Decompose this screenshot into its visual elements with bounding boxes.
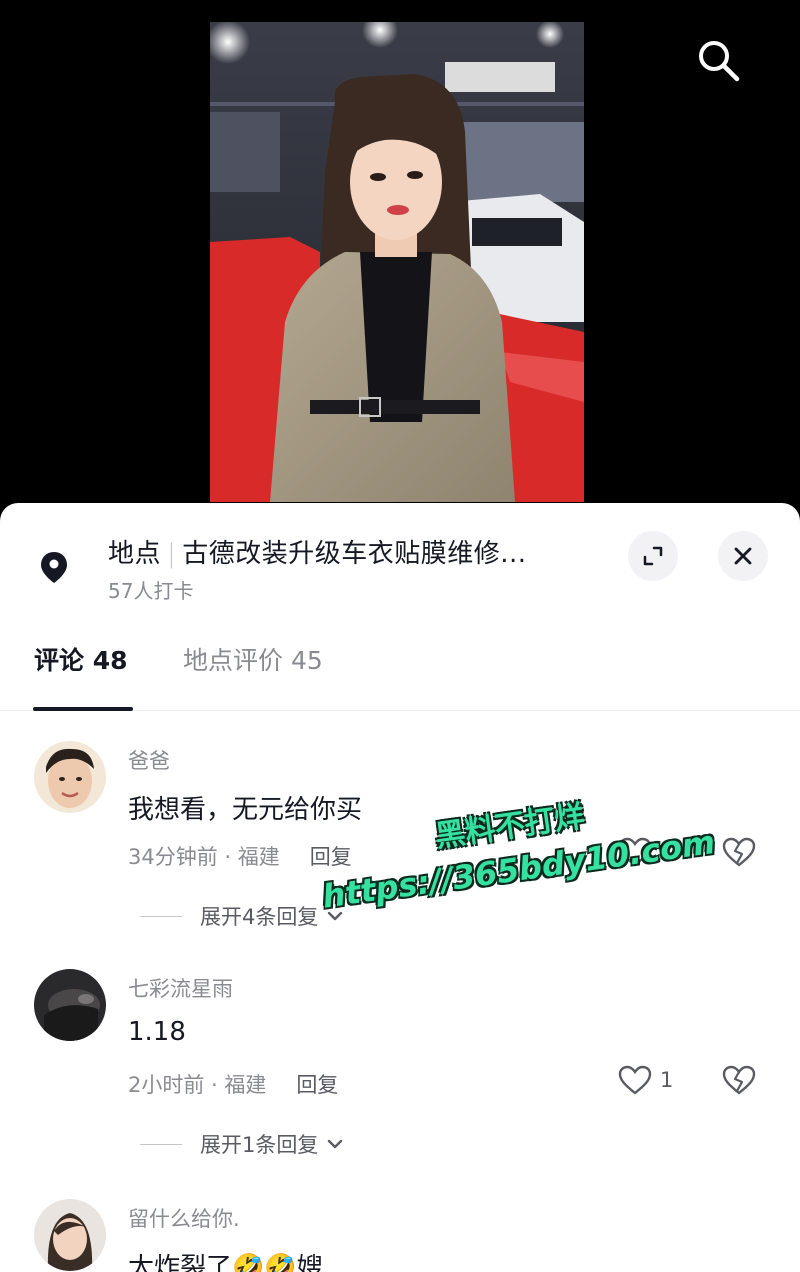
chevron-down-icon [328, 1139, 343, 1149]
expand-icon [643, 546, 663, 566]
reply-button[interactable]: 回复 [296, 1073, 338, 1097]
location-label: 地点 [108, 539, 162, 569]
comment-username[interactable]: 七彩流星雨 [128, 973, 233, 1003]
comment-username[interactable]: 爸爸 [128, 745, 170, 775]
expand-replies-label: 展开4条回复 [200, 905, 319, 929]
heart-icon [618, 837, 652, 867]
avatar[interactable] [34, 741, 106, 813]
video-frame[interactable] [210, 22, 584, 502]
tab-bar: 评论 48 地点评价 45 [0, 631, 800, 711]
search-icon [699, 41, 740, 82]
comment-username[interactable]: 留什么给你. [128, 1203, 240, 1233]
divider-line [140, 1143, 182, 1145]
expand-replies-label: 展开1条回复 [200, 1133, 319, 1157]
comment-time-location: 34分钟前 · 福建 [128, 845, 280, 869]
comment-text: 1.18 [128, 1017, 186, 1047]
checkin-count: 57人打卡 [108, 579, 194, 603]
close-icon [734, 547, 752, 565]
title-separator: | [167, 539, 177, 569]
active-tab-indicator [33, 707, 133, 711]
like-button[interactable] [618, 837, 652, 867]
heart-icon [618, 1065, 652, 1095]
expand-replies-button[interactable]: 展开1条回复 [140, 1129, 346, 1159]
expand-replies-button[interactable]: 展开4条回复 [140, 901, 346, 931]
location-pin-icon [33, 546, 75, 588]
broken-heart-icon [722, 1065, 756, 1095]
video-scene-image [210, 22, 584, 502]
video-player[interactable] [0, 0, 800, 540]
reply-button[interactable]: 回复 [310, 845, 352, 869]
comment-time-location: 2小时前 · 福建 [128, 1073, 267, 1097]
comment-meta: 34分钟前 · 福建 回复 [128, 841, 352, 871]
comment-text: 太炸裂了🤣🤣嫂 [128, 1253, 323, 1272]
broken-heart-icon [722, 837, 756, 867]
tab-location-reviews[interactable]: 地点评价 45 [183, 641, 323, 677]
like-count: 1 [660, 1068, 674, 1092]
expand-button[interactable] [628, 531, 678, 581]
dislike-button[interactable] [722, 1065, 756, 1099]
location-name: 古德改装升级车衣贴膜维修... [182, 539, 527, 569]
divider-line [140, 915, 182, 917]
comment-text: 我想看，无元给你买 [128, 795, 363, 825]
comment-meta: 2小时前 · 福建 回复 [128, 1069, 338, 1099]
like-button[interactable]: 1 [618, 1065, 673, 1095]
tab-comments[interactable]: 评论 48 [34, 641, 128, 677]
avatar[interactable] [34, 1199, 106, 1271]
search-button[interactable] [692, 34, 744, 86]
comment-sheet: 地点|古德改装升级车衣贴膜维修... 57人打卡 评论 48 地点评价 45 [0, 503, 800, 1272]
close-button[interactable] [718, 531, 768, 581]
avatar[interactable] [34, 969, 106, 1041]
location-title[interactable]: 地点 | 古德改装升级车衣贴膜维修... [108, 533, 608, 570]
dislike-button[interactable] [722, 837, 756, 871]
location-header[interactable]: 地点 | 古德改装升级车衣贴膜维修... 57人打卡 [0, 503, 800, 613]
chevron-down-icon [328, 911, 343, 921]
